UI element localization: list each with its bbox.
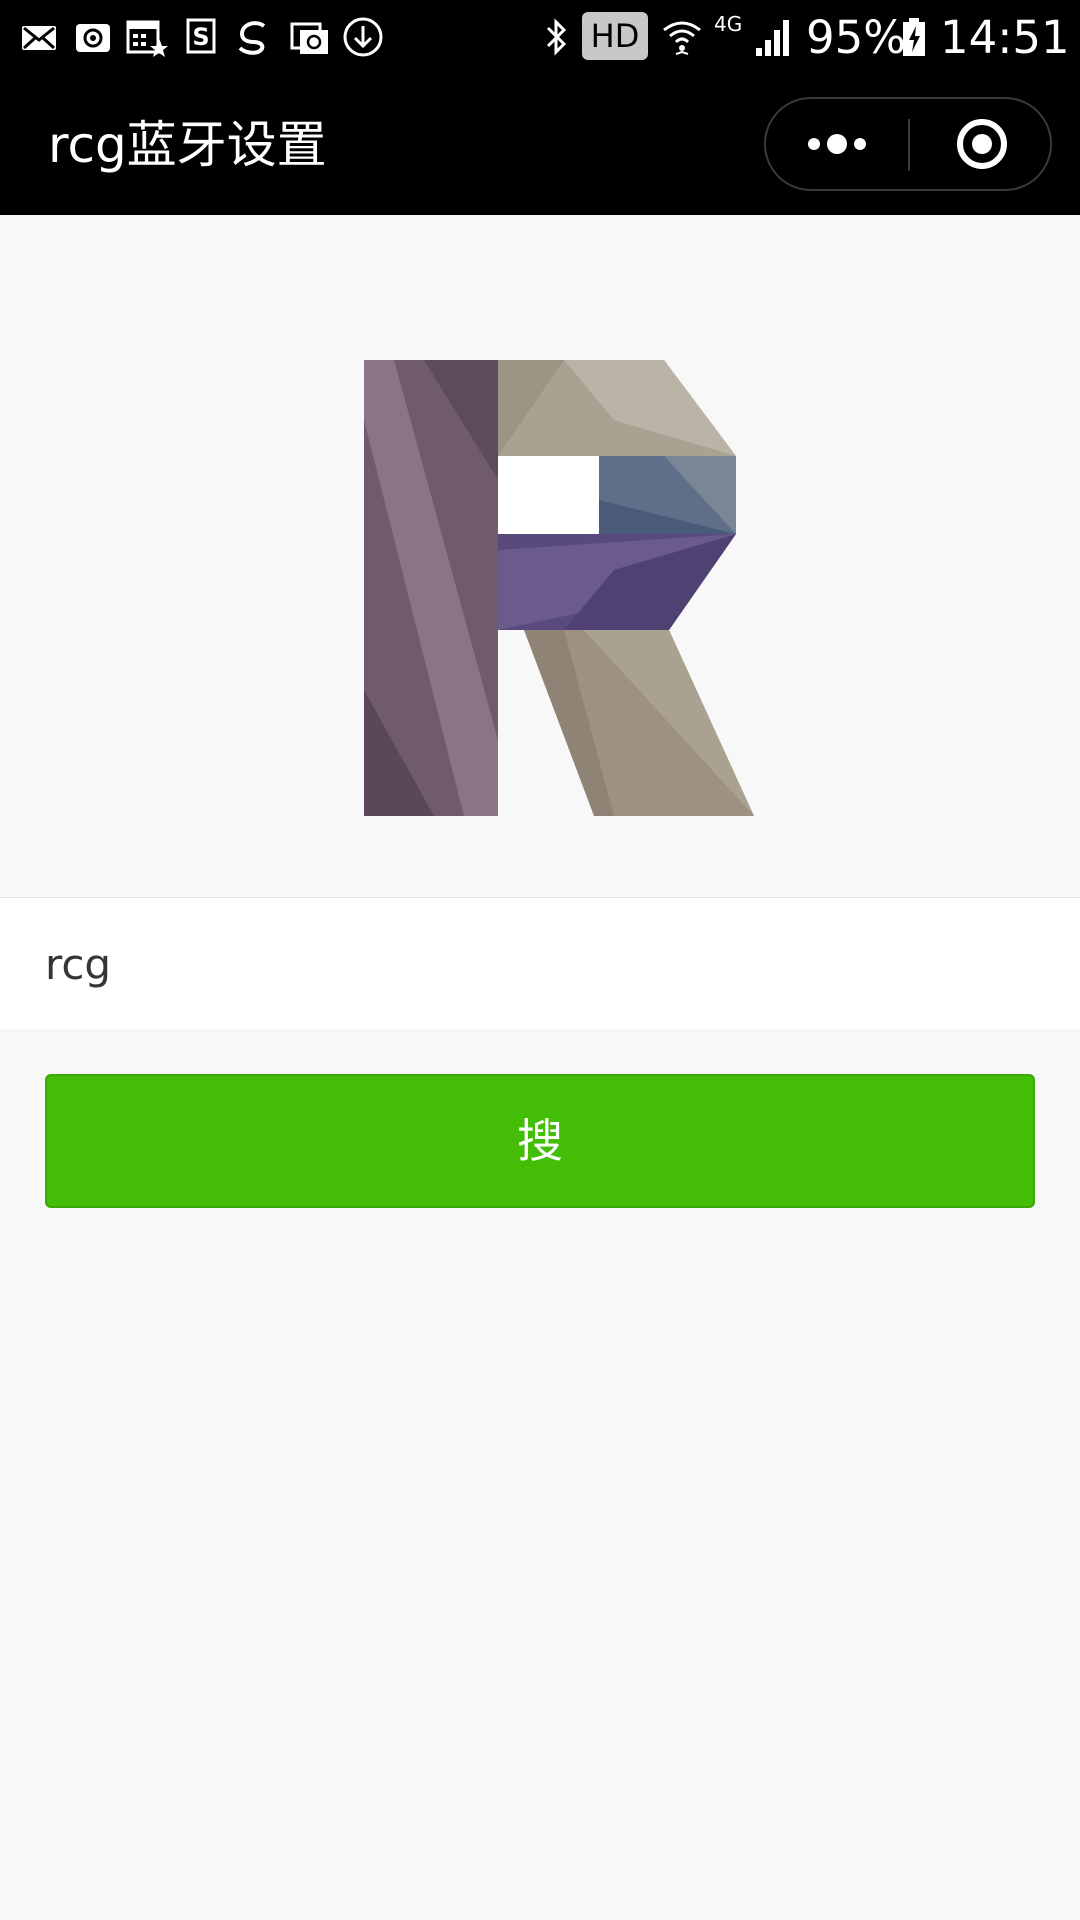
network-type-label: 4G	[714, 12, 743, 36]
more-button[interactable]	[766, 99, 908, 189]
search-button[interactable]: 搜	[45, 1074, 1035, 1208]
page-title: rcg蓝牙设置	[48, 116, 327, 174]
wifi-icon	[663, 21, 701, 55]
battery-icon	[903, 18, 925, 56]
download-icon	[343, 17, 383, 57]
status-bar: S HD 4G 95% 14:51	[0, 0, 1080, 75]
r-logo-icon	[364, 360, 754, 816]
target-close-icon	[957, 119, 1007, 169]
battery-percent: 95%	[806, 11, 907, 64]
svg-text:S: S	[192, 23, 209, 51]
email-icon	[290, 22, 328, 54]
input-row	[0, 897, 1080, 1029]
hd-icon: HD	[582, 12, 648, 60]
status-time: 14:51	[940, 11, 1070, 64]
weibo-icon	[238, 21, 266, 55]
nav-bar: rcg蓝牙设置	[0, 75, 1080, 215]
calendar-icon	[126, 20, 168, 57]
more-dots-icon	[808, 134, 866, 154]
close-button[interactable]	[910, 99, 1050, 189]
bluetooth-icon	[546, 18, 567, 56]
device-name-input[interactable]	[45, 926, 1035, 1002]
signal-icon	[756, 20, 789, 56]
at-mail-icon	[76, 24, 110, 52]
s-app-icon: S	[186, 18, 216, 54]
mail-icon	[22, 26, 56, 50]
mini-program-capsule	[764, 97, 1052, 191]
